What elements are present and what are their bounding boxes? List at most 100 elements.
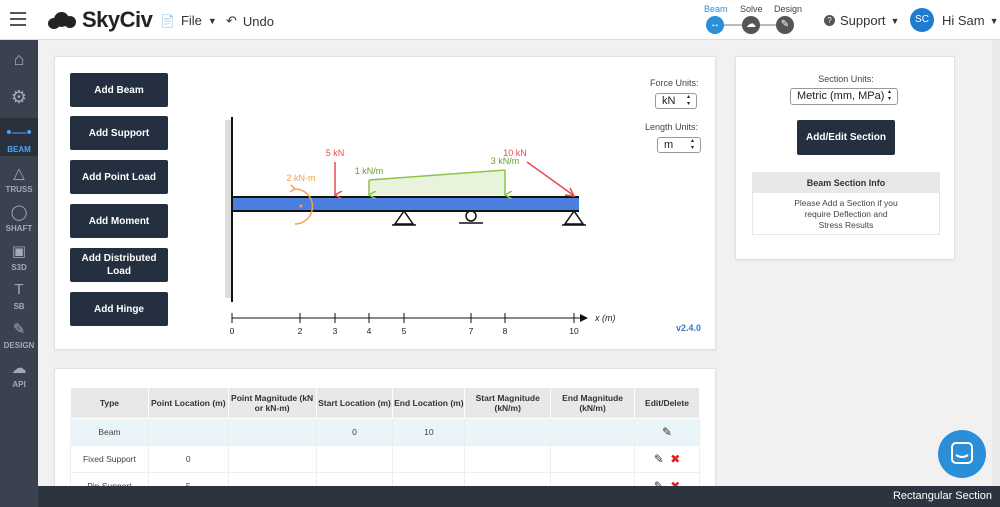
user-greeting: Hi Sam	[942, 13, 985, 28]
sidebar-item-truss[interactable]: △ TRUSS	[0, 158, 38, 196]
table-row[interactable]: Fixed Support 0 ✎ ✖	[70, 445, 700, 473]
cell-actions: ✎	[634, 418, 700, 446]
file-icon: 📄	[160, 13, 175, 28]
roller-support-icon[interactable]	[465, 210, 477, 222]
file-menu-label: File	[180, 13, 202, 28]
section-name-label: Rectangular Section	[892, 490, 992, 502]
section-units-value: Metric (mm, MPa)	[797, 90, 885, 102]
sidebar-item-s3d[interactable]: ▣ S3D	[0, 236, 38, 274]
col-end-magnitude: End Magnitude (kN/m)	[550, 387, 635, 419]
step-label-solve: Solve	[740, 4, 763, 14]
fixed-support-wall	[225, 120, 232, 298]
sb-icon: T	[14, 281, 24, 298]
distributed-load-area[interactable]	[369, 170, 505, 195]
delete-icon[interactable]: ✖	[670, 452, 680, 466]
step-beam-icon[interactable]: ↔	[706, 16, 724, 34]
length-units-select[interactable]: m	[657, 137, 701, 153]
sidebar-item-home[interactable]: ⌂	[0, 42, 38, 80]
sidebar-item-api[interactable]: ☁ API	[0, 353, 38, 391]
step-design-icon[interactable]: ✎	[776, 16, 794, 34]
sidebar-item-settings[interactable]: ⚙	[0, 80, 38, 118]
cell-type: Beam	[70, 418, 149, 446]
sidebar-item-label: SHAFT	[5, 224, 33, 233]
x-tick-label: 2	[298, 326, 303, 336]
brand-name: SkyCiv	[82, 7, 153, 32]
support-menu[interactable]: ? Support ▼	[824, 13, 899, 28]
add-hinge-button[interactable]: Add Hinge	[70, 292, 168, 326]
col-start-magnitude: Start Magnitude (kN/m)	[464, 387, 552, 419]
file-menu[interactable]: 📄 File ▼	[160, 13, 217, 28]
sidebar-item-label: API	[12, 380, 26, 389]
cell-point-location: 0	[147, 445, 229, 473]
beam-icon: •—•	[6, 124, 32, 141]
sidebar-item-label: BEAM	[7, 145, 31, 154]
user-menu[interactable]: Hi Sam ▼	[942, 13, 999, 28]
section-units-select[interactable]: Metric (mm, MPa)	[790, 88, 898, 105]
col-type: Type	[70, 387, 149, 419]
section-info-title: Beam Section Info	[753, 173, 939, 193]
question-icon: ?	[824, 15, 835, 26]
cell-end-magnitude	[550, 418, 635, 446]
section-units-label: Section Units:	[818, 74, 874, 84]
cell-start-location: 0	[315, 418, 394, 446]
sidebar-item-label: DESIGN	[3, 341, 35, 350]
col-edit-delete: Edit/Delete	[634, 387, 700, 419]
force-units-value: kN	[662, 95, 676, 107]
status-bar: Rectangular Section	[38, 486, 1000, 507]
x-axis-label: x (m)	[594, 313, 616, 323]
point-load-10-arrow[interactable]	[526, 161, 574, 196]
add-distributed-load-button[interactable]: Add Distributed Load	[70, 248, 168, 282]
add-point-load-button[interactable]: Add Point Load	[70, 160, 168, 194]
x-tick-label: 8	[503, 326, 508, 336]
pencil-icon[interactable]: ✎	[654, 452, 664, 466]
sidebar-item-sb[interactable]: T SB	[0, 275, 38, 313]
chat-button[interactable]	[938, 430, 986, 478]
cell-actions: ✎ ✖	[634, 445, 700, 473]
beam-diagram[interactable]: 2 kN-m 5 kN 1 kN/m 3 kN/m 10 kN 0 2 3 4 …	[215, 112, 635, 342]
cell-end-location: 10	[392, 418, 466, 446]
col-point-magnitude: Point Magnitude (kN or kN-m)	[227, 387, 317, 419]
hamburger-menu-icon[interactable]	[10, 12, 26, 26]
cell-end-magnitude	[550, 445, 635, 473]
col-end-location: End Location (m)	[392, 387, 466, 419]
add-support-button[interactable]: Add Support	[70, 116, 168, 150]
step-solve-icon[interactable]: ☁	[742, 16, 760, 34]
top-bar: SkyCiv 📄 File ▼ ↶ Undo Beam Solve Design…	[0, 0, 1000, 40]
skyciv-logo[interactable]: SkyCiv	[46, 7, 153, 32]
chat-icon	[951, 442, 973, 464]
moment-arrowhead	[289, 184, 296, 193]
beam-editor-panel: Add Beam Add Support Add Point Load Add …	[54, 56, 716, 350]
undo-icon: ↶	[226, 13, 237, 28]
point-load-10-label: 10 kN	[503, 148, 527, 158]
add-edit-section-button[interactable]: Add/Edit Section	[797, 120, 895, 155]
api-icon: ☁	[11, 360, 27, 377]
beam-member[interactable]	[233, 197, 579, 211]
pencil-icon[interactable]: ✎	[662, 425, 672, 439]
cell-end-location	[392, 445, 466, 473]
shaft-icon: ◯	[10, 204, 28, 221]
cell-start-location	[315, 445, 394, 473]
sidebar-item-shaft[interactable]: ◯ SHAFT	[0, 197, 38, 235]
design-icon: ✎	[12, 321, 26, 338]
avatar[interactable]: SC	[910, 8, 934, 32]
table-row[interactable]: Beam 0 10 ✎	[70, 418, 700, 446]
distributed-load-start-label: 1 kN/m	[355, 166, 384, 176]
gear-icon: ⚙	[10, 87, 28, 107]
undo-label: Undo	[242, 13, 274, 29]
scrollbar[interactable]	[992, 40, 1000, 486]
step-label-design: Design	[774, 4, 803, 14]
force-units-select[interactable]: kN	[655, 93, 697, 109]
end-support-icon[interactable]	[563, 209, 585, 225]
undo-button[interactable]: ↶ Undo	[226, 13, 274, 29]
cloud-icon	[46, 11, 80, 29]
add-beam-button[interactable]: Add Beam	[70, 73, 168, 107]
sidebar-item-design[interactable]: ✎ DESIGN	[0, 314, 38, 352]
x-tick-label: 5	[402, 326, 407, 336]
sidebar-item-label: S3D	[11, 263, 27, 272]
sidebar-item-beam[interactable]: •—• BEAM	[0, 118, 38, 156]
add-moment-button[interactable]: Add Moment	[70, 204, 168, 238]
sidebar: ⌂ ⚙ •—• BEAM △ TRUSS ◯ SHAFT ▣ S3D T SB …	[0, 40, 38, 507]
loads-table: Type Point Location (m) Point Magnitude …	[70, 387, 700, 500]
point-load-5-label: 5 kN	[326, 148, 345, 158]
pin-support-icon[interactable]	[393, 209, 415, 225]
